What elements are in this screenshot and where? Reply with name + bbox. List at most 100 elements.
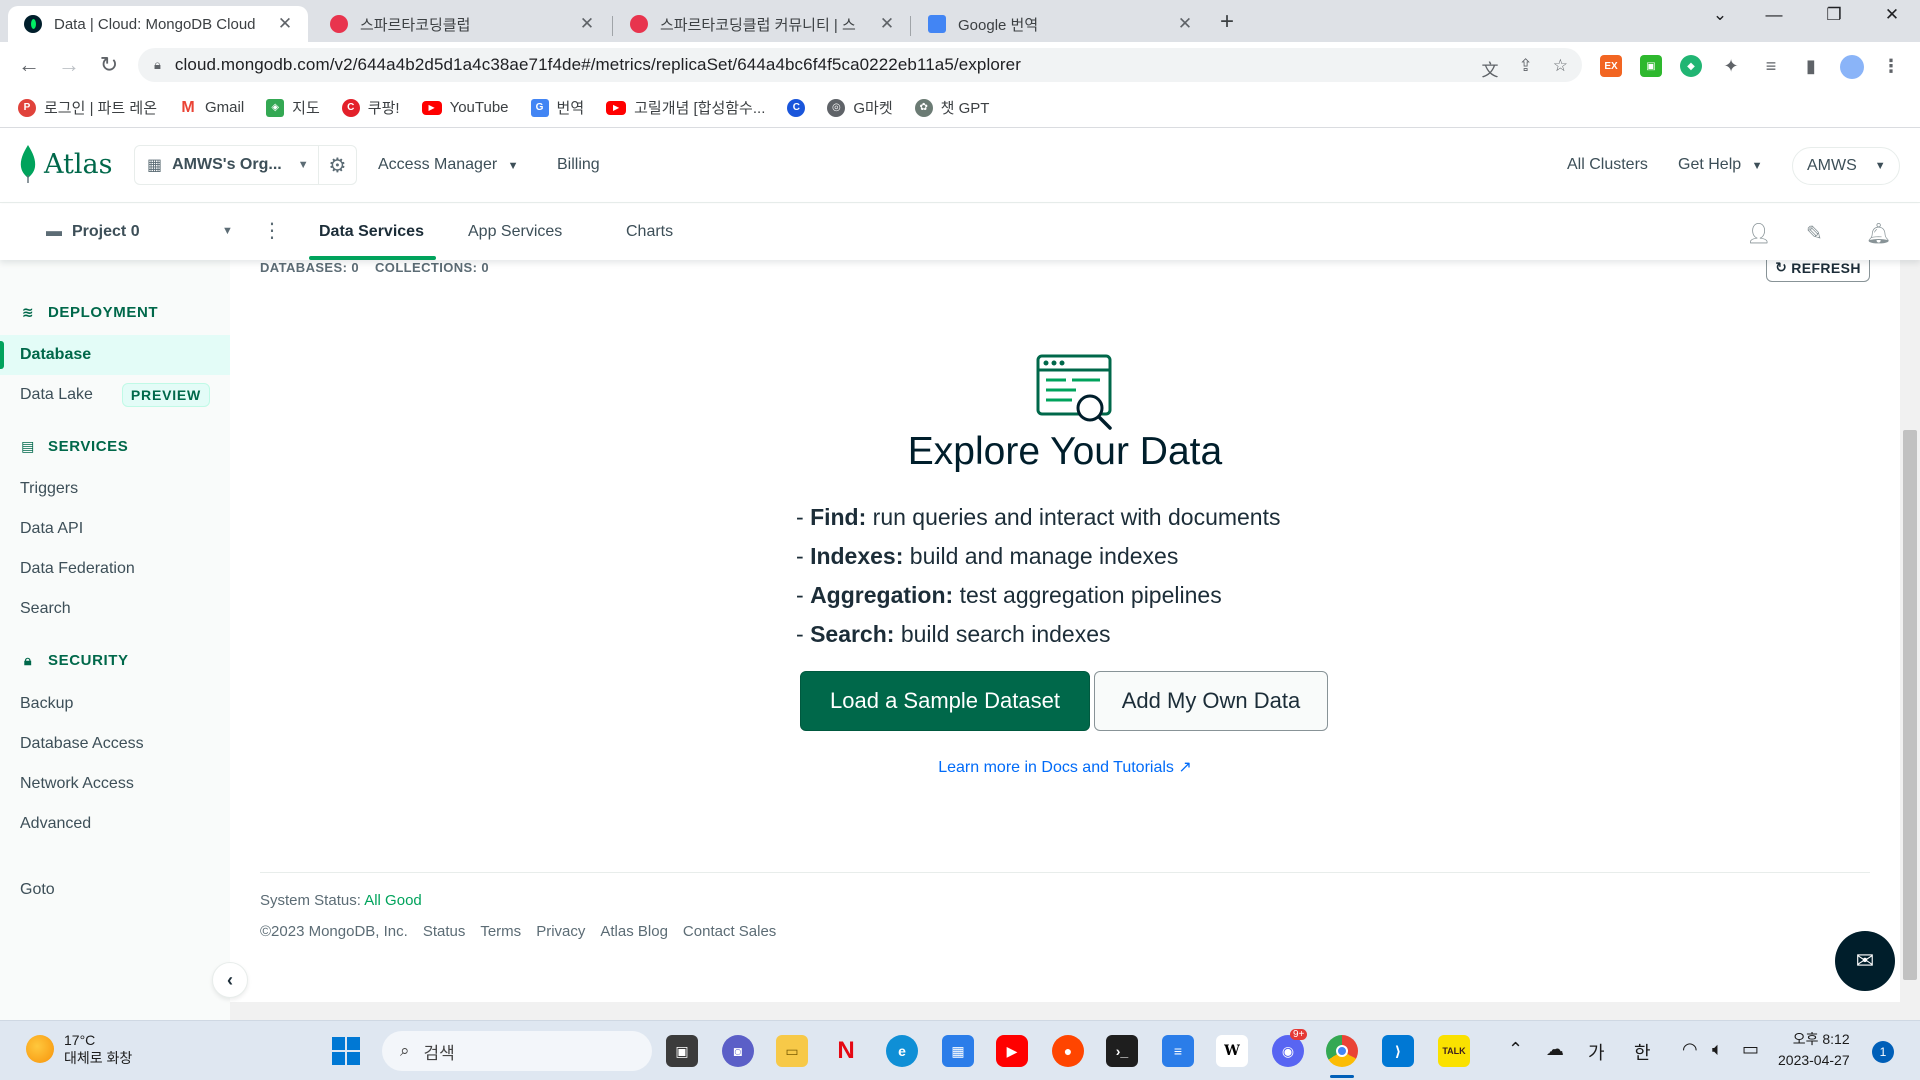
- kakaotalk-icon[interactable]: TALK: [1438, 1035, 1470, 1067]
- get-help-menu[interactable]: Get Help ▼: [1678, 156, 1762, 174]
- footer-link-contact-sales[interactable]: Contact Sales: [683, 923, 776, 940]
- bookmark-item[interactable]: C 쿠팡!: [341, 97, 400, 118]
- horizontal-scrollbar[interactable]: [230, 1002, 1900, 1020]
- back-icon[interactable]: ←: [14, 52, 44, 78]
- speaker-icon[interactable]: 🔈︎: [1712, 1039, 1723, 1060]
- tab-sparta-community[interactable]: 스파르타코딩클럽 커뮤니티 | 스 ✕: [614, 6, 910, 42]
- ime-mode[interactable]: 한: [1634, 1039, 1651, 1065]
- bookmark-item[interactable]: ▶ YouTube: [421, 99, 509, 116]
- extension-shield-icon[interactable]: ◆: [1680, 55, 1702, 77]
- tab-search-icon[interactable]: ⌄: [1700, 5, 1740, 25]
- sidebar-item-data-lake[interactable]: Data Lake: [20, 386, 93, 404]
- tab-charts[interactable]: Charts: [626, 223, 673, 241]
- battery-icon[interactable]: ▭: [1742, 1039, 1759, 1060]
- translate-icon[interactable]: 文: [1482, 56, 1499, 81]
- new-tab-icon[interactable]: +: [1220, 8, 1234, 36]
- tab-google-translate[interactable]: Google 번역 ✕: [912, 6, 1208, 42]
- terminal-icon[interactable]: ›_: [1106, 1035, 1138, 1067]
- extension-ex-icon[interactable]: EX: [1600, 55, 1622, 77]
- extension-green-icon[interactable]: ▣: [1640, 55, 1662, 77]
- side-panel-icon[interactable]: ▮: [1800, 55, 1822, 77]
- ms-store-icon[interactable]: ▦: [942, 1035, 974, 1067]
- scrollbar-thumb[interactable]: [1903, 430, 1917, 980]
- edge-icon[interactable]: e: [886, 1035, 918, 1067]
- windows-start-icon[interactable]: [330, 1035, 362, 1067]
- restore-icon[interactable]: ❐: [1814, 5, 1854, 25]
- chrome-icon[interactable]: [1326, 1035, 1358, 1067]
- lock-icon[interactable]: 🔒︎: [154, 57, 161, 73]
- netflix-icon[interactable]: N: [830, 1035, 862, 1067]
- bookmark-item[interactable]: C: [787, 98, 806, 117]
- footer-link-privacy[interactable]: Privacy: [536, 923, 585, 940]
- sidebar-item-goto[interactable]: Goto: [20, 881, 55, 899]
- reload-icon[interactable]: ↻: [94, 52, 124, 78]
- bookmark-item[interactable]: ◈ 지도: [266, 97, 320, 118]
- bookmark-item[interactable]: M Gmail: [179, 99, 244, 117]
- ime-hangul[interactable]: 가: [1588, 1039, 1605, 1065]
- wifi-icon[interactable]: ◠: [1682, 1039, 1698, 1060]
- forward-icon[interactable]: →: [54, 52, 84, 78]
- billing-link[interactable]: Billing: [557, 156, 600, 174]
- close-icon[interactable]: ✕: [578, 14, 596, 34]
- wikipedia-icon[interactable]: W: [1216, 1035, 1248, 1067]
- bookmark-item[interactable]: ▶ 고릴개념 [합성함수...: [606, 97, 765, 118]
- access-manager-menu[interactable]: Access Manager ▼: [378, 156, 519, 174]
- learn-more-link[interactable]: Learn more in Docs and Tutorials ↗: [230, 757, 1900, 777]
- project-selector[interactable]: ▬ Project 0: [46, 223, 140, 241]
- minimize-icon[interactable]: —: [1754, 5, 1794, 25]
- gear-icon[interactable]: ⚙: [318, 146, 356, 184]
- atlas-logo[interactable]: Atlas: [20, 145, 112, 183]
- load-sample-dataset-button[interactable]: Load a Sample Dataset: [800, 671, 1090, 731]
- kebab-menu-icon[interactable]: ⋮: [262, 218, 282, 243]
- close-icon[interactable]: ✕: [1176, 14, 1194, 34]
- caret-down-icon[interactable]: ▼: [222, 225, 233, 237]
- extensions-puzzle-icon[interactable]: ✦: [1720, 55, 1742, 77]
- sidebar-item-search[interactable]: Search: [20, 600, 71, 618]
- media-control-icon[interactable]: ≡: [1760, 55, 1782, 77]
- sidebar-item-data-federation[interactable]: Data Federation: [20, 560, 135, 578]
- user-menu[interactable]: AMWS ▼: [1792, 147, 1900, 185]
- bookmark-item[interactable]: ◎ G마켓: [827, 97, 893, 118]
- collapse-sidebar-button[interactable]: ‹: [212, 962, 248, 998]
- taskbar-search[interactable]: ⌕ 검색: [382, 1031, 652, 1071]
- sidebar-item-advanced[interactable]: Advanced: [20, 815, 91, 833]
- sidebar-item-triggers[interactable]: Triggers: [20, 480, 78, 498]
- activity-feed-icon[interactable]: ✎: [1806, 221, 1823, 246]
- weather-widget[interactable]: 17°C 대체로 화창: [26, 1031, 132, 1067]
- notepad-icon[interactable]: ≡: [1162, 1035, 1194, 1067]
- share-icon[interactable]: ⇪: [1519, 56, 1533, 81]
- footer-link-status[interactable]: Status: [423, 923, 466, 940]
- system-status-value[interactable]: All Good: [364, 892, 422, 909]
- close-icon[interactable]: ✕: [276, 14, 294, 34]
- tab-data-services[interactable]: Data Services: [319, 223, 424, 241]
- tab-mongodb[interactable]: Data | Cloud: MongoDB Cloud ✕: [8, 6, 308, 42]
- chevron-up-icon[interactable]: ⌃: [1508, 1039, 1523, 1060]
- sidebar-item-backup[interactable]: Backup: [20, 695, 73, 713]
- address-bar[interactable]: 🔒︎ cloud.mongodb.com/v2/644a4b2d5d1a4c38…: [138, 48, 1582, 82]
- add-my-own-data-button[interactable]: Add My Own Data: [1094, 671, 1328, 731]
- bookmark-item[interactable]: G 번역: [530, 97, 584, 118]
- teams-chat-icon[interactable]: ◙: [722, 1035, 754, 1067]
- all-clusters-link[interactable]: All Clusters: [1567, 156, 1648, 174]
- notification-badge[interactable]: 1: [1872, 1041, 1894, 1063]
- bell-icon[interactable]: 🔔︎: [1866, 221, 1891, 246]
- sidebar-item-network-access[interactable]: Network Access: [20, 775, 134, 793]
- org-selector[interactable]: ▦ AMWS's Org... ▼ ⚙: [134, 145, 357, 185]
- bookmark-star-icon[interactable]: ☆: [1553, 56, 1568, 81]
- invite-user-icon[interactable]: 👤︎: [1746, 221, 1771, 246]
- chat-support-button[interactable]: ✉: [1835, 931, 1895, 991]
- sidebar-item-database-access[interactable]: Database Access: [20, 735, 144, 753]
- window-close-icon[interactable]: ✕: [1872, 5, 1912, 25]
- footer-link-terms[interactable]: Terms: [480, 923, 521, 940]
- bookmark-item[interactable]: ✿ 챗 GPT: [914, 97, 989, 118]
- footer-link-atlas-blog[interactable]: Atlas Blog: [600, 923, 668, 940]
- youtube-app-icon[interactable]: ▶: [996, 1035, 1028, 1067]
- system-clock[interactable]: 오후 8:12 2023-04-27: [1778, 1029, 1850, 1071]
- tab-sparta[interactable]: 스파르타코딩클럽 ✕: [314, 6, 610, 42]
- profile-avatar-icon[interactable]: [1840, 55, 1864, 79]
- sidebar-item-database[interactable]: Database: [0, 335, 230, 375]
- sidebar-item-data-api[interactable]: Data API: [20, 520, 83, 538]
- close-icon[interactable]: ✕: [878, 14, 896, 34]
- vscode-icon[interactable]: ⟩: [1382, 1035, 1414, 1067]
- task-view-icon[interactable]: ▣: [666, 1035, 698, 1067]
